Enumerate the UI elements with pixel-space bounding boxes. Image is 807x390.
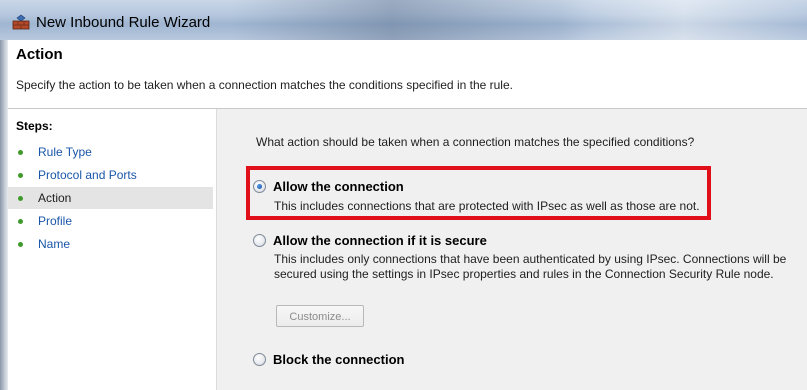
sidebar-item-action[interactable]: Action [8,187,213,209]
title-bar-glass [230,0,590,40]
bullet-icon [18,242,23,247]
title-bar-glass-highlight [560,0,807,40]
sidebar-item-profile[interactable]: Profile [8,210,213,232]
sidebar-item-label: Protocol and Ports [38,168,137,182]
allow-secure-label[interactable]: Allow the connection if it is secure [273,233,487,248]
action-panel: What action should be taken when a conne… [217,109,807,390]
allow-secure-description-line-1: This includes only connections that have… [274,252,787,266]
sidebar-item-rule-type[interactable]: Rule Type [8,141,213,163]
action-question: What action should be taken when a conne… [256,135,695,149]
allow-secure-radio[interactable] [253,234,266,247]
title-bar[interactable]: New Inbound Rule Wizard [0,0,807,40]
sidebar-item-protocol-and-ports[interactable]: Protocol and Ports [8,164,213,186]
bullet-icon [18,196,23,201]
page-description: Specify the action to be taken when a co… [16,78,513,92]
customize-button[interactable]: Customize... [276,305,364,327]
block-connection-radio[interactable] [253,353,266,366]
window-border [0,40,8,390]
steps-sidebar: Steps: Rule Type Protocol and Ports Acti… [8,109,217,390]
sidebar-item-name[interactable]: Name [8,233,213,255]
steps-heading: Steps: [16,119,53,133]
window-title: New Inbound Rule Wizard [36,14,211,31]
highlight-box [246,166,711,220]
firewall-icon [12,14,30,30]
block-connection-label[interactable]: Block the connection [273,352,404,367]
sidebar-item-label: Action [38,191,72,205]
sidebar-item-label: Name [38,237,71,251]
bullet-icon [18,173,23,178]
wizard-header: Action Specify the action to be taken wh… [8,40,807,109]
allow-secure-description-line-2: secured using the settings in IPsec prop… [274,267,774,281]
sidebar-item-label: Profile [38,214,73,228]
bullet-icon [18,219,23,224]
bullet-icon [18,150,23,155]
page-title: Action [16,46,63,63]
sidebar-item-label: Rule Type [38,145,92,159]
